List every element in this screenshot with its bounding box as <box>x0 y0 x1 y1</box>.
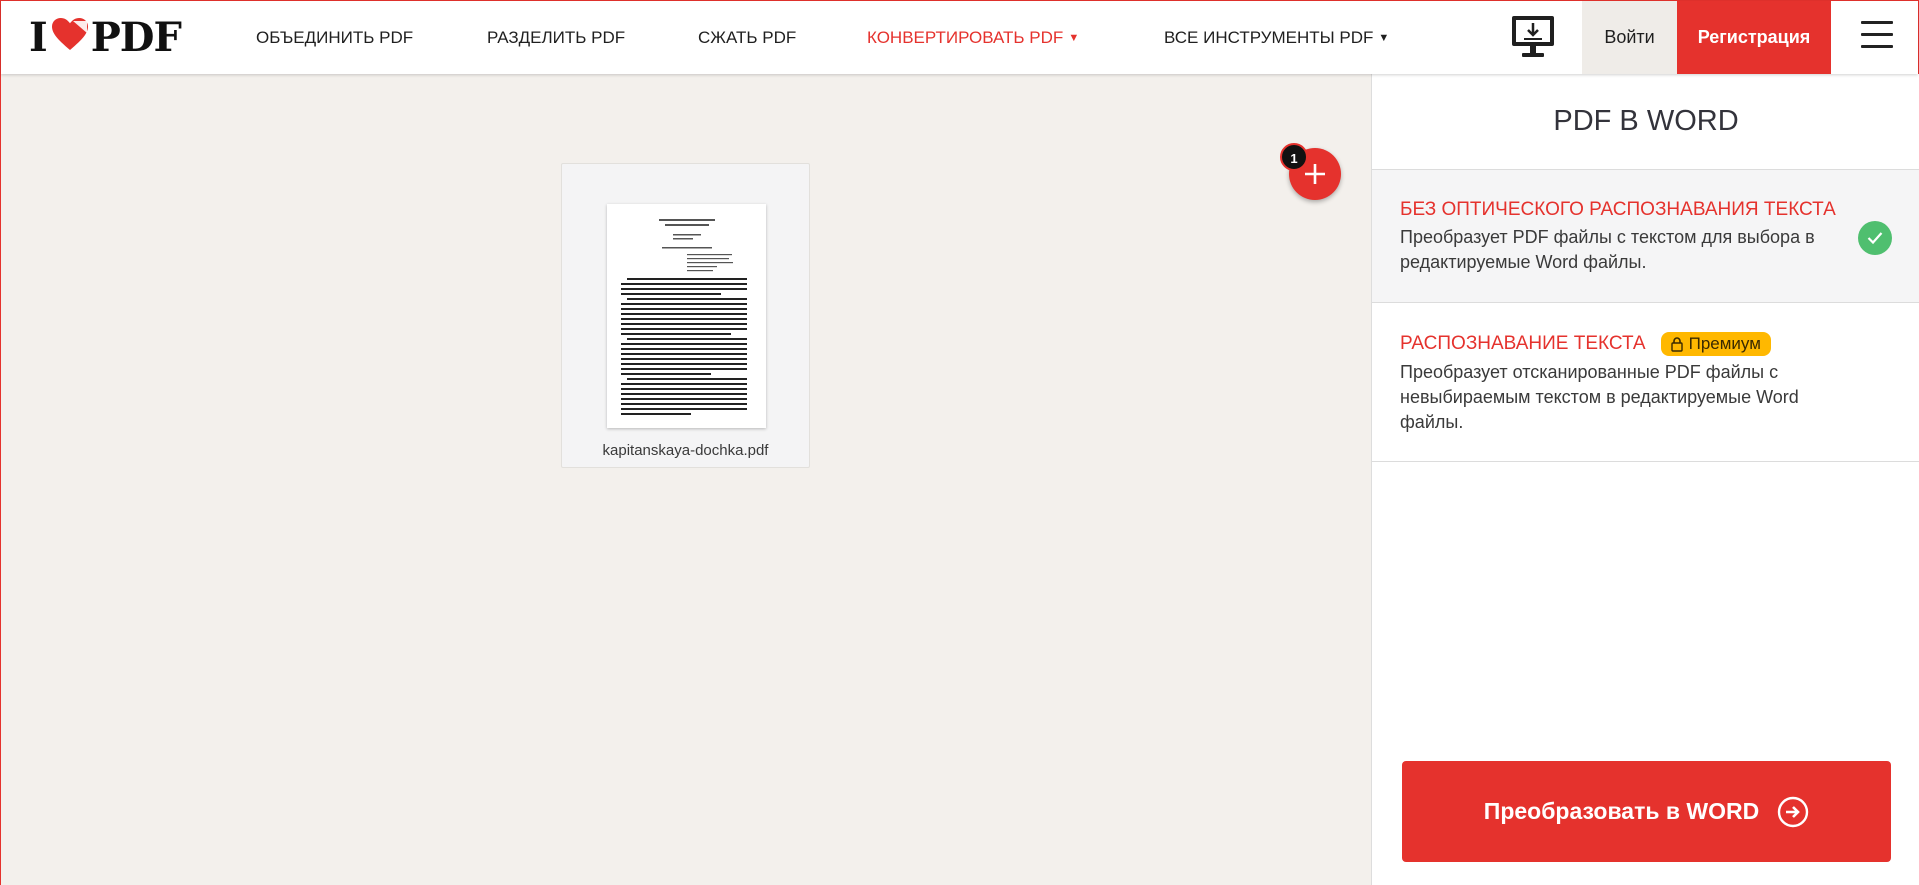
option-ocr-description: Преобразует отсканированные PDF файлы с … <box>1400 362 1799 432</box>
plus-icon <box>1305 164 1325 184</box>
file-count-badge: 1 <box>1280 143 1308 171</box>
file-card[interactable]: kapitanskaya-dochka.pdf <box>561 163 810 468</box>
arrow-right-circle-icon <box>1778 796 1809 827</box>
panel-title: PDF В WORD <box>1553 105 1739 137</box>
file-name: kapitanskaya-dochka.pdf <box>602 442 769 459</box>
nav-all-tools[interactable]: ВСЕ ИНСТРУМЕНТЫ PDF ▼ <box>1164 1 1389 74</box>
logo-text-i: I <box>29 13 48 61</box>
logo-text-pdf: PDF <box>90 13 182 61</box>
nav-split-pdf[interactable]: РАЗДЕЛИТЬ PDF <box>487 1 625 74</box>
lock-icon <box>1670 336 1683 352</box>
caret-down-icon: ▼ <box>1068 32 1080 44</box>
option-no-ocr-description: Преобразует PDF файлы с текстом для выбо… <box>1400 227 1815 272</box>
option-ocr-title: РАСПОЗНАВАНИЕ ТЕКСТА <box>1400 333 1646 354</box>
desktop-download-icon[interactable] <box>1509 14 1557 60</box>
premium-badge-label: Премиум <box>1688 334 1761 353</box>
ilovepdf-logo[interactable]: I PDF <box>29 13 182 61</box>
nav-all-tools-label: ВСЕ ИНСТРУМЕНТЫ PDF <box>1164 28 1374 47</box>
caret-down-icon: ▼ <box>1378 32 1390 44</box>
register-button[interactable]: Регистрация <box>1677 1 1831 74</box>
options-sidepanel: PDF В WORD БЕЗ ОПТИЧЕСКОГО РАСПОЗНАВАНИЯ… <box>1371 74 1919 885</box>
pdf-page-thumbnail <box>607 204 766 428</box>
hamburger-menu-icon[interactable] <box>1861 21 1893 51</box>
heart-icon <box>51 14 89 61</box>
convert-to-word-button[interactable]: Преобразовать в WORD <box>1402 761 1891 862</box>
check-circle-icon <box>1858 221 1892 255</box>
nav-convert-label: КОНВЕРТИРОВАТЬ PDF <box>867 28 1064 47</box>
option-ocr-title-row: РАСПОЗНАВАНИЕ ТЕКСТА Премиум <box>1400 332 1850 356</box>
nav-merge-pdf[interactable]: ОБЪЕДИНИТЬ PDF <box>256 1 413 74</box>
login-button[interactable]: Войти <box>1582 1 1677 74</box>
top-header: I PDF ОБЪЕДИНИТЬ PDF РАЗДЕЛИТЬ PDF СЖАТЬ… <box>1 1 1918 74</box>
nav-compress-pdf[interactable]: СЖАТЬ PDF <box>698 1 796 74</box>
option-ocr[interactable]: РАСПОЗНАВАНИЕ ТЕКСТА Премиум Преобразует… <box>1372 302 1919 462</box>
file-workspace: kapitanskaya-dochka.pdf 1 <box>1 74 1371 885</box>
convert-button-label: Преобразовать в WORD <box>1483 798 1760 824</box>
nav-convert-pdf[interactable]: КОНВЕРТИРОВАТЬ PDF ▼ <box>867 1 1079 74</box>
premium-badge: Премиум <box>1660 332 1771 356</box>
option-no-ocr[interactable]: БЕЗ ОПТИЧЕСКОГО РАСПОЗНАВАНИЯ ТЕКСТА Пре… <box>1372 169 1919 302</box>
option-no-ocr-title: БЕЗ ОПТИЧЕСКОГО РАСПОЗНАВАНИЯ ТЕКСТА <box>1400 199 1836 220</box>
